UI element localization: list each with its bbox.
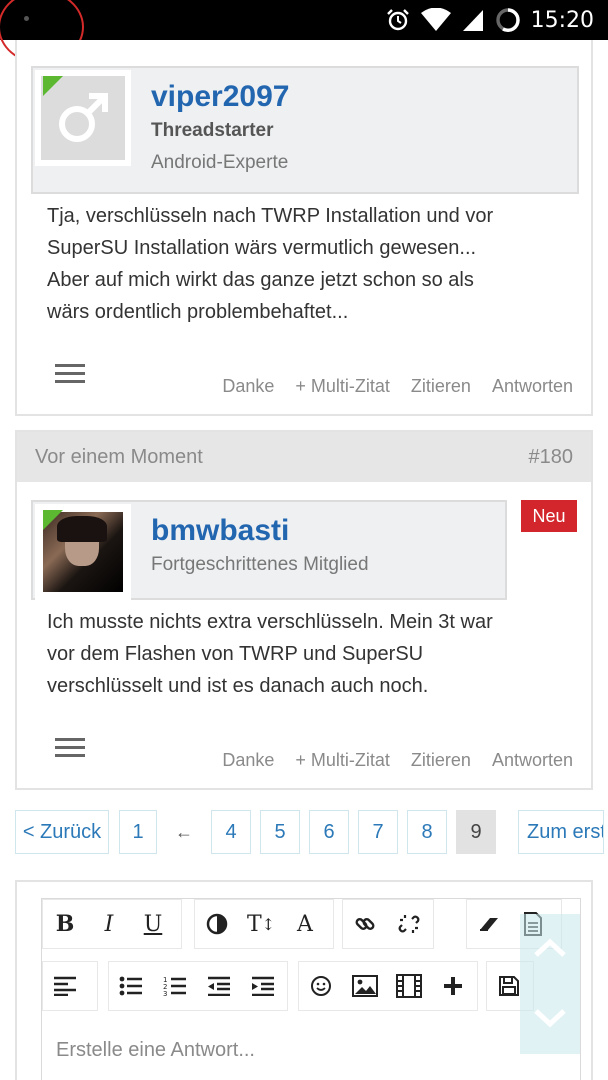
reply-button[interactable]: Antworten [492,376,573,397]
avatar[interactable] [35,504,131,600]
plus-icon[interactable] [431,962,475,1010]
video-icon[interactable] [387,962,431,1010]
page-5[interactable]: 5 [260,810,300,854]
page-1[interactable]: 1 [119,810,157,854]
male-symbol-icon [59,93,108,142]
online-indicator [43,510,63,530]
toolbar-group-align [42,961,98,1011]
hamburger-menu-icon[interactable] [55,364,85,384]
page-8[interactable]: 8 [407,810,447,854]
smiley-icon[interactable] [299,962,343,1010]
hamburger-menu-icon[interactable] [55,738,85,758]
contrast-icon[interactable] [195,900,239,948]
user-card[interactable]: viper2097 Threadstarter Android-Experte [31,66,579,194]
post-time: Vor einem Moment [35,445,203,468]
post-line: Tja, verschlüsseln nach TWRP Installatio… [47,205,494,227]
thanks-button[interactable]: Danke [222,750,274,771]
multi-quote-button[interactable]: + Multi-Zitat [295,376,390,397]
quote-button[interactable]: Zitieren [411,750,471,771]
user-role: Threadstarter [151,120,274,141]
wifi-icon [420,8,451,31]
username[interactable]: bmwbasti [151,514,289,548]
bullet-list-icon[interactable] [109,962,153,1010]
avatar[interactable] [35,70,131,166]
user-rank: Fortgeschrittenes Mitglied [151,554,369,575]
online-indicator [43,76,63,96]
outdent-icon[interactable] [197,962,241,1010]
page-7[interactable]: 7 [358,810,398,854]
toolbar-group-lists: 123 [108,961,288,1011]
page-4[interactable]: 4 [211,810,251,854]
chevron-down-icon [534,1009,566,1028]
post-line: verschlüsselt und ist es danach auch noc… [47,675,429,697]
toolbar-group-format: B I U [42,899,182,949]
bold-button[interactable]: B [43,900,87,948]
signal-icon [462,10,483,31]
page-9-current[interactable]: 9 [456,810,496,854]
reply-editor: B I U T ↕ A 123 Erstelle eine Antwort... [15,880,593,1080]
status-time: 15:20 [530,7,594,33]
status-icons: 15:20 [385,6,594,34]
post-line: SuperSU Installation wärs vermutlich gew… [47,237,477,259]
post-line: vor dem Flashen von TWRP und SuperSU [47,643,424,665]
post-body: Tja, verschlüsseln nach TWRP Installatio… [47,200,567,328]
user-card[interactable]: bmwbasti Fortgeschrittenes Mitglied [31,500,507,600]
post-bmwbasti: Vor einem Moment #180 bmwbasti Fortgesch… [15,430,593,790]
toolbar-group-link [342,899,434,949]
post-header: Vor einem Moment #180 [17,432,591,482]
eraser-icon[interactable] [467,900,511,948]
page-ellipsis: ← [175,821,193,842]
page-6[interactable]: 6 [309,810,349,854]
unlink-icon[interactable] [387,900,431,948]
chevron-up-icon [534,938,566,957]
post-actions: Danke + Multi-Zitat Zitieren Antworten [222,376,573,397]
align-left-icon[interactable] [43,962,87,1010]
status-bar: 15:20 [0,0,608,64]
font-color-button[interactable]: A [283,900,327,948]
username[interactable]: viper2097 [151,80,289,114]
indent-icon[interactable] [241,962,285,1010]
reply-input[interactable]: Erstelle eine Antwort... [56,1039,255,1062]
editor-area[interactable]: B I U T ↕ A 123 Erstelle eine Antwort... [41,898,581,1080]
alarm-icon [386,9,409,31]
post-line: Aber auf mich wirkt das ganze jetzt scho… [47,269,474,291]
scroll-up-button[interactable] [520,918,580,978]
post-viper2097: viper2097 Threadstarter Android-Experte … [15,40,593,416]
post-number[interactable]: #180 [529,446,574,469]
toolbar-group-insert [298,961,478,1011]
scroll-controls [520,914,580,1054]
quote-button[interactable]: Zitieren [411,376,471,397]
page-back-button[interactable]: < Zurück [15,810,109,854]
post-line: Ich musste nichts extra verschlüsseln. M… [47,611,493,633]
numbered-list-icon[interactable]: 123 [153,962,197,1010]
new-badge: Neu [521,500,577,532]
svg-text:3: 3 [163,990,167,997]
page-first-unread-button[interactable]: Zum erst [518,810,604,854]
thanks-button[interactable]: Danke [222,376,274,397]
image-icon[interactable] [343,962,387,1010]
font-size-icon[interactable]: T ↕ [239,900,283,948]
post-body: Ich musste nichts extra verschlüsseln. M… [47,606,567,702]
user-rank: Android-Experte [151,152,289,173]
underline-button[interactable]: U [131,900,175,948]
post-line: wärs ordentlich problembehaftet... [47,301,349,323]
post-actions: Danke + Multi-Zitat Zitieren Antworten [222,750,573,771]
battery-icon [495,8,520,33]
scroll-down-button[interactable] [520,988,580,1048]
link-icon[interactable] [343,900,387,948]
pagination: < Zurück 1 ← 4 5 6 7 8 9 Zum erst [15,810,604,854]
toolbar-group-style: T ↕ A [194,899,334,949]
italic-button[interactable]: I [87,900,131,948]
multi-quote-button[interactable]: + Multi-Zitat [295,750,390,771]
reply-button[interactable]: Antworten [492,750,573,771]
